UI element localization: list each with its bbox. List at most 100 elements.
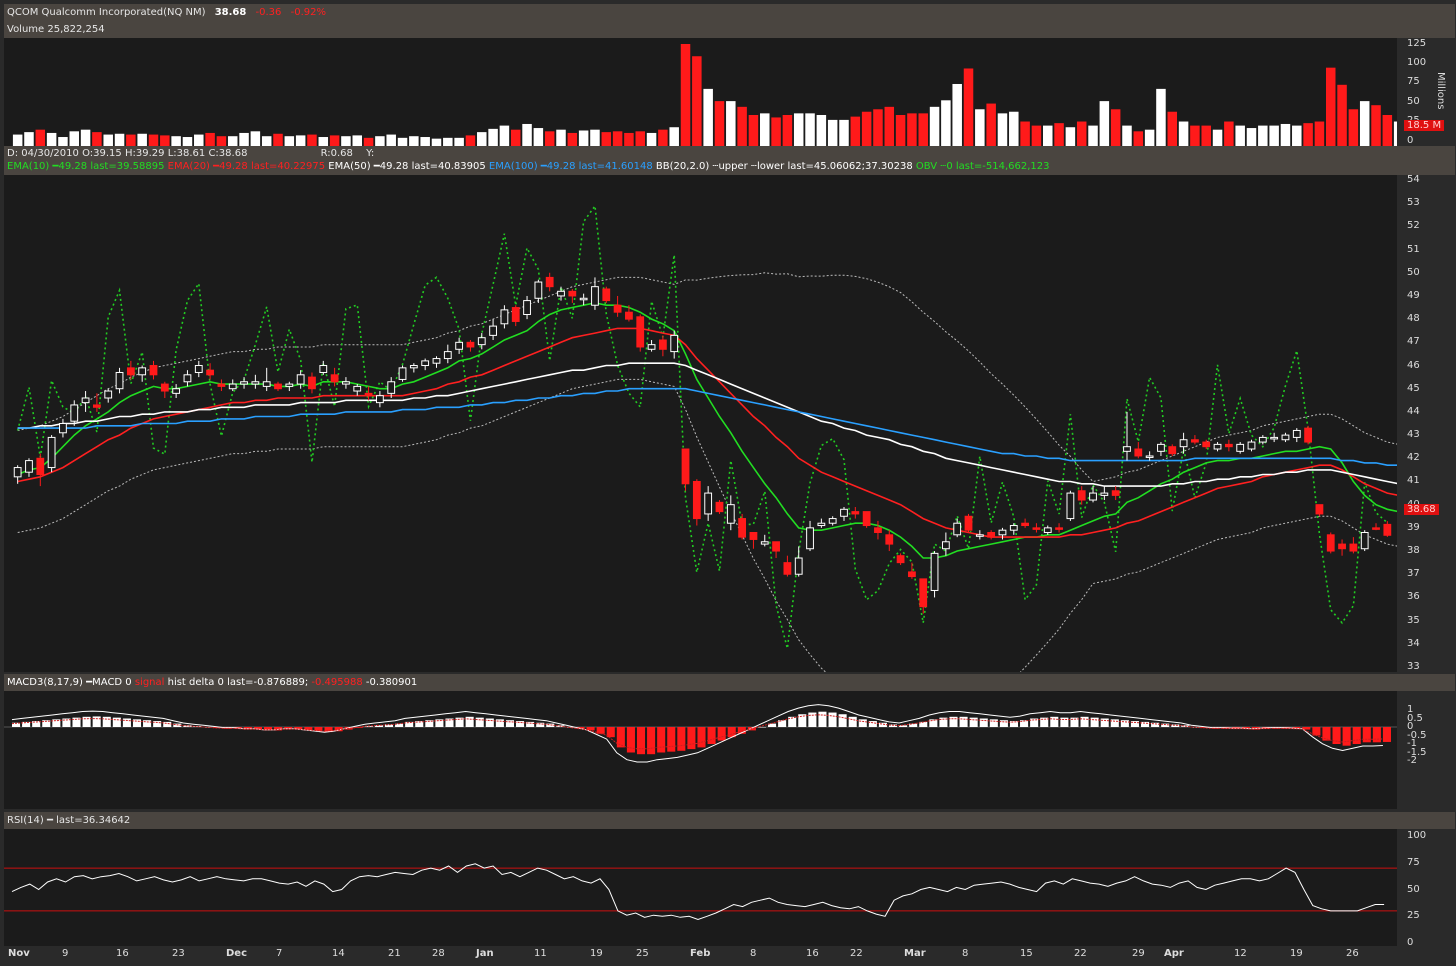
candle-body bbox=[1338, 543, 1346, 550]
volume-bar bbox=[1235, 125, 1245, 146]
candle-body bbox=[874, 527, 882, 533]
volume-bar bbox=[1280, 123, 1291, 146]
volume-bar bbox=[137, 133, 147, 146]
candle-body bbox=[1281, 434, 1290, 441]
candle-body bbox=[1145, 455, 1154, 458]
info-y: Y: bbox=[366, 148, 375, 159]
volume-bar bbox=[12, 134, 23, 146]
macd-hist-bar bbox=[1140, 721, 1150, 727]
volume-bar bbox=[782, 114, 793, 146]
price-tick: 33 bbox=[1407, 661, 1420, 672]
macd-hist-bar bbox=[1342, 727, 1351, 746]
volume-last-tag: 18.5 M bbox=[1404, 120, 1445, 131]
price-tick: 37 bbox=[1407, 568, 1420, 580]
volume-bar bbox=[793, 113, 804, 146]
last-price: 38.68 bbox=[214, 7, 247, 18]
volume-bar bbox=[1269, 125, 1279, 146]
volume-bar bbox=[420, 137, 430, 146]
x-tick-label: Jan bbox=[476, 948, 494, 959]
candle-body bbox=[375, 395, 384, 404]
candle-body bbox=[319, 365, 328, 373]
macd-hist-bar bbox=[848, 716, 857, 727]
candle-body bbox=[500, 309, 509, 325]
legend-entry: EMA(20) ━49.28 last=40.22975 bbox=[167, 161, 329, 172]
candle-body bbox=[726, 504, 735, 524]
candle-body bbox=[953, 522, 962, 536]
candle-body bbox=[1168, 446, 1177, 455]
price-tick: 36 bbox=[1407, 591, 1420, 603]
price-last-tag: 38.68 bbox=[1404, 504, 1439, 515]
candle-body bbox=[840, 508, 848, 517]
x-tick-label: 7 bbox=[276, 948, 283, 959]
volume-bar bbox=[126, 134, 136, 146]
volume-bar bbox=[329, 135, 340, 146]
volume-bar bbox=[861, 111, 872, 146]
macd-legend-entry: signal bbox=[134, 677, 168, 688]
x-tick-label: 28 bbox=[432, 948, 445, 959]
volume-bar bbox=[465, 135, 476, 146]
candle-body bbox=[81, 397, 90, 404]
rsi-tick: 75 bbox=[1407, 856, 1420, 868]
price-legend: D: 04/30/2010 O:39.15 H:39.29 L:38.61 C:… bbox=[4, 146, 1455, 175]
price-tick: 52 bbox=[1407, 220, 1420, 232]
candle-body bbox=[557, 290, 565, 297]
candle-body bbox=[772, 541, 780, 552]
ema-line bbox=[17, 387, 1422, 469]
rsi-tick: 25 bbox=[1407, 910, 1420, 922]
candle-body bbox=[511, 307, 520, 322]
macd-hist-bar bbox=[1171, 724, 1180, 727]
volume-bar bbox=[58, 137, 68, 146]
volume-bar bbox=[1212, 129, 1223, 146]
candle-body bbox=[1224, 443, 1233, 448]
macd-hist-bar bbox=[1352, 727, 1361, 744]
candle-body bbox=[1009, 525, 1018, 531]
candle-body bbox=[636, 316, 645, 348]
candle-body bbox=[1123, 446, 1131, 452]
x-tick-label: 22 bbox=[850, 948, 863, 959]
volume-bar bbox=[578, 130, 589, 146]
volume-bar bbox=[624, 132, 634, 146]
volume-bar bbox=[443, 137, 453, 146]
candle-body bbox=[115, 371, 124, 390]
candle-body bbox=[353, 385, 362, 392]
macd-hist-bar bbox=[959, 716, 968, 727]
volume-bar bbox=[477, 132, 487, 146]
x-tick-label: Feb bbox=[690, 948, 711, 959]
x-tick-label: 29 bbox=[1132, 948, 1145, 959]
volume-bar bbox=[612, 131, 623, 146]
macd-hist-bar bbox=[687, 727, 696, 750]
candle-body bbox=[104, 390, 113, 399]
volume-bar bbox=[1359, 101, 1370, 146]
ema-line bbox=[17, 302, 1422, 559]
candle-body bbox=[647, 344, 656, 350]
candle-body bbox=[409, 365, 418, 369]
candle-body bbox=[387, 381, 396, 394]
volume-bar bbox=[1292, 125, 1302, 146]
volume-bar bbox=[522, 123, 532, 146]
volume-bar bbox=[1224, 121, 1234, 146]
volume-bar bbox=[1144, 129, 1155, 146]
candle-body bbox=[579, 297, 588, 301]
volume-bar bbox=[635, 131, 645, 146]
x-tick-label: 26 bbox=[1346, 948, 1359, 959]
candle-body bbox=[421, 360, 430, 367]
macd-hist-bar bbox=[757, 727, 767, 728]
candle-body bbox=[602, 288, 611, 302]
macd-hist-bar bbox=[52, 719, 61, 727]
volume-bar bbox=[827, 119, 838, 146]
candle-body bbox=[160, 383, 169, 392]
candle-body bbox=[1258, 436, 1267, 443]
volume-bar bbox=[748, 114, 759, 146]
candle-body bbox=[930, 552, 939, 591]
volume-bar bbox=[963, 68, 974, 146]
volume-bar bbox=[918, 113, 928, 146]
candle-body bbox=[36, 457, 45, 476]
info-low: L:38.61 bbox=[167, 148, 206, 159]
macd-hist-bar bbox=[818, 711, 827, 727]
volume-label: Volume 25,822,254 bbox=[7, 24, 105, 35]
candle-body bbox=[1066, 492, 1075, 520]
price-tick: 50 bbox=[1407, 266, 1420, 278]
volume-bar bbox=[658, 129, 668, 146]
price-change-pct: -0.92% bbox=[290, 7, 326, 18]
price-panel bbox=[4, 175, 1422, 726]
